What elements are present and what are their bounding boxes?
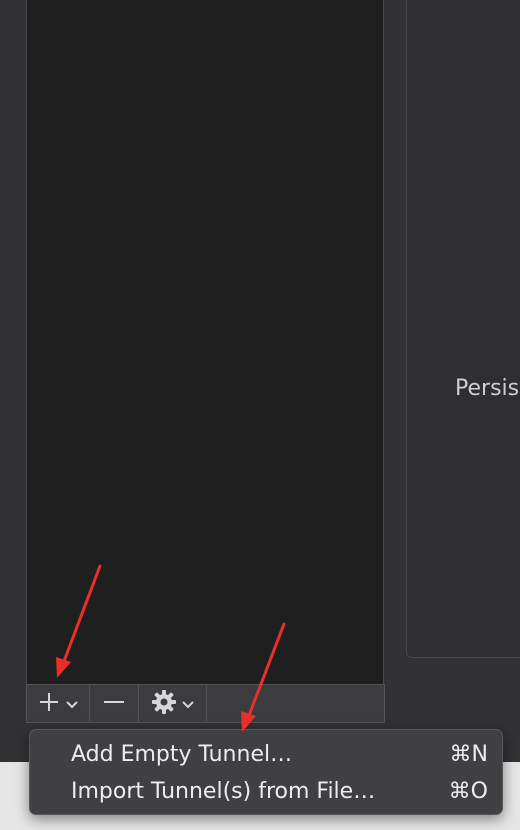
tunnel-list[interactable] <box>26 0 384 684</box>
menu-item-shortcut: ⌘O <box>448 778 488 804</box>
tunnel-detail-pane <box>406 0 520 658</box>
menu-item-import-tunnels[interactable]: Import Tunnel(s) from File… ⌘O <box>30 773 502 809</box>
minus-icon <box>102 690 126 718</box>
remove-tunnel-button[interactable] <box>90 685 139 722</box>
menu-item-shortcut: ⌘N <box>449 741 488 767</box>
add-tunnel-menu: Add Empty Tunnel… ⌘N Import Tunnel(s) fr… <box>29 729 503 815</box>
detail-text: Persis <box>455 376 520 401</box>
chevron-down-icon <box>181 694 195 713</box>
action-menu-button[interactable] <box>139 685 207 722</box>
menu-item-add-empty-tunnel[interactable]: Add Empty Tunnel… ⌘N <box>30 736 502 772</box>
list-toolbar <box>26 684 385 723</box>
plus-icon <box>37 690 61 718</box>
menu-item-label: Add Empty Tunnel… <box>71 741 293 767</box>
gear-icon <box>151 689 177 719</box>
app-window: Persis <box>0 0 520 762</box>
menu-item-label: Import Tunnel(s) from File… <box>71 778 376 804</box>
add-tunnel-button[interactable] <box>27 685 90 722</box>
chevron-down-icon <box>65 694 79 713</box>
